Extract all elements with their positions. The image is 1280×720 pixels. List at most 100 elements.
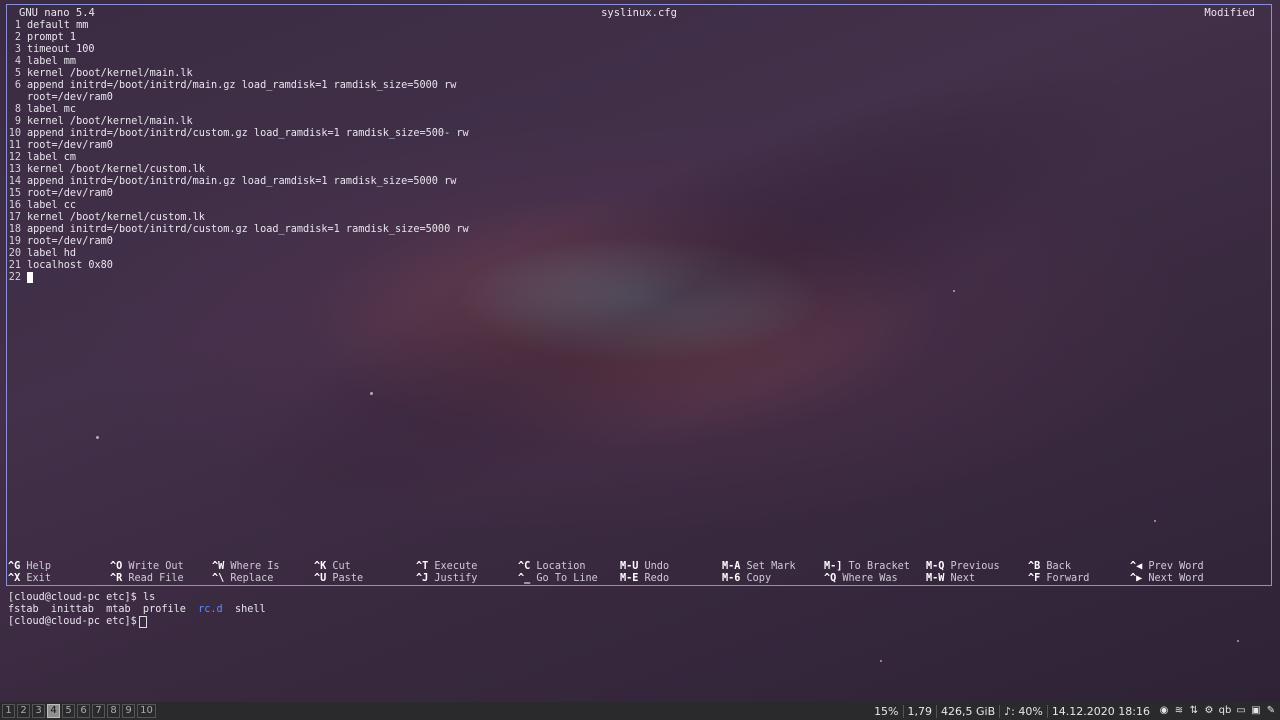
shortcut-key: ^R bbox=[110, 573, 123, 584]
line-number: 9 bbox=[14, 116, 21, 127]
shortcut-copy[interactable]: M-6 Copy bbox=[722, 573, 771, 585]
nano-editor-window: GNU nano 5.4 syslinux.cfg Modified 1 defa… bbox=[6, 4, 1272, 586]
shortcut-key: ^B bbox=[1028, 561, 1041, 572]
terminal-pane[interactable]: [cloud@cloud-pc etc]$ ls fstab inittab m… bbox=[8, 592, 266, 628]
editor-line: 10 append initrd=/boot/initrd/custom.gz l… bbox=[7, 128, 469, 140]
editor-line: root=/dev/ram0 bbox=[7, 92, 469, 104]
shortcut-back[interactable]: ^B Back bbox=[1028, 561, 1071, 573]
line-number: 20 bbox=[8, 248, 21, 259]
shortcut-label: Next bbox=[944, 573, 976, 584]
shortcut-label: Back bbox=[1040, 561, 1071, 572]
shortcut-label: Read File bbox=[122, 573, 184, 584]
shortcut-key: ^C bbox=[518, 561, 531, 572]
shortcut-cut[interactable]: ^K Cut bbox=[314, 561, 351, 573]
shortcut-read-file[interactable]: ^R Read File bbox=[110, 573, 184, 585]
shortcut-key: ^\ bbox=[212, 573, 225, 584]
line-number: 1 bbox=[14, 20, 21, 31]
workspace-8-button[interactable]: 8 bbox=[107, 704, 120, 718]
shortcut-key: M-U bbox=[620, 561, 639, 572]
shortcut-label: Justify bbox=[428, 573, 478, 584]
shortcut-key: ^K bbox=[314, 561, 327, 572]
shortcut-to-bracket[interactable]: M-] To Bracket bbox=[824, 561, 910, 573]
shortcut-execute[interactable]: ^T Execute bbox=[416, 561, 477, 573]
workspace-1-button[interactable]: 1 bbox=[2, 704, 15, 718]
shortcut-key: M-Q bbox=[926, 561, 945, 572]
workspace-4-button[interactable]: 4 bbox=[47, 704, 60, 718]
listing-files: fstab inittab mtab profile bbox=[8, 604, 199, 615]
line-text: label mc bbox=[27, 104, 77, 115]
nano-titlebar: GNU nano 5.4 syslinux.cfg Modified bbox=[7, 7, 1271, 21]
shortcut-replace[interactable]: ^\ Replace bbox=[212, 573, 273, 585]
image-icon[interactable]: ▣ bbox=[1250, 705, 1262, 717]
shortcut-label: Set Mark bbox=[740, 561, 796, 572]
shortcut-key: M-] bbox=[824, 561, 843, 572]
editor-line: 21 localhost 0x80 bbox=[7, 260, 469, 272]
status-area: 15% 1,79 426,5 GiB ♪: 40% 14.12.2020 18:16 ◉… bbox=[870, 702, 1280, 720]
shell-command: ls bbox=[142, 592, 156, 603]
shortcut-label: Write Out bbox=[122, 561, 184, 572]
qb-icon[interactable]: qb bbox=[1218, 705, 1232, 717]
shortcut-justify[interactable]: ^J Justify bbox=[416, 573, 477, 585]
shortcut-where-is[interactable]: ^W Where Is bbox=[212, 561, 279, 573]
editor-line: 18 append initrd=/boot/initrd/custom.gz l… bbox=[7, 224, 469, 236]
shortcut-key: M-6 bbox=[722, 573, 741, 584]
shortcut-go-to-line[interactable]: ^_ Go To Line bbox=[518, 573, 598, 585]
shortcut-label: Copy bbox=[740, 573, 772, 584]
editor-line: 1 default mm bbox=[7, 20, 469, 32]
workspace-7-button[interactable]: 7 bbox=[92, 704, 105, 718]
shortcut-label: Prev Word bbox=[1142, 561, 1204, 572]
battery-icon[interactable]: ▭ bbox=[1235, 705, 1247, 717]
file-name: syslinux.cfg bbox=[601, 7, 677, 19]
status-items: 15% 1,79 426,5 GiB ♪: 40% 14.12.2020 18:16 bbox=[870, 704, 1154, 718]
terminal-line-prompt: [cloud@cloud-pc etc]$ bbox=[8, 616, 266, 628]
shortcut-write-out[interactable]: ^O Write Out bbox=[110, 561, 184, 573]
line-number: 2 bbox=[14, 32, 21, 43]
shortcut-where-was[interactable]: ^Q Where Was bbox=[824, 573, 898, 585]
editor-line: 3 timeout 100 bbox=[7, 44, 469, 56]
shortcut-key: ^Q bbox=[824, 573, 837, 584]
shortcut-undo[interactable]: M-U Undo bbox=[620, 561, 669, 573]
updown-arrows-icon[interactable]: ⇅ bbox=[1188, 705, 1200, 717]
shortcut-next-word[interactable]: ^▶ Next Word bbox=[1130, 573, 1204, 585]
shortcut-exit[interactable]: ^X Exit bbox=[8, 573, 51, 585]
pen-icon[interactable]: ✎ bbox=[1265, 705, 1277, 717]
load-average: 1,79 bbox=[904, 704, 938, 718]
shortcut-key: ^G bbox=[8, 561, 21, 572]
line-number: 5 bbox=[14, 68, 21, 79]
gear-icon[interactable]: ⚙ bbox=[1203, 705, 1215, 717]
line-text: default mm bbox=[27, 20, 89, 31]
shortcut-set-mark[interactable]: M-A Set Mark bbox=[722, 561, 796, 573]
volume[interactable]: ♪: 40% bbox=[1000, 704, 1048, 718]
workspace-5-button[interactable]: 5 bbox=[62, 704, 75, 718]
editor-text-area[interactable]: 1 default mm 2 prompt 1 3 timeout 100 4 label m… bbox=[7, 20, 469, 284]
wifi-icon[interactable]: ≋ bbox=[1173, 705, 1185, 717]
shortcut-location[interactable]: ^C Location bbox=[518, 561, 585, 573]
disk-free: 426,5 GiB bbox=[937, 704, 1001, 718]
shortcut-redo[interactable]: M-E Redo bbox=[620, 573, 669, 585]
line-number: 22 bbox=[8, 272, 21, 283]
editor-line: 19 root=/dev/ram0 bbox=[7, 236, 469, 248]
line-text: append initrd=/boot/initrd/main.gz load_… bbox=[27, 176, 457, 187]
workspace-6-button[interactable]: 6 bbox=[77, 704, 90, 718]
terminal-line-listing: fstab inittab mtab profile rc.d shell bbox=[8, 604, 266, 616]
line-text: timeout 100 bbox=[27, 44, 95, 55]
discord-icon[interactable]: ◉ bbox=[1158, 705, 1170, 717]
shortcut-help[interactable]: ^G Help bbox=[8, 561, 51, 573]
terminal-cursor bbox=[138, 616, 147, 628]
workspace-10-button[interactable]: 10 bbox=[137, 704, 156, 718]
shortcut-key: M-E bbox=[620, 573, 639, 584]
workspace-2-button[interactable]: 2 bbox=[17, 704, 30, 718]
workspace-9-button[interactable]: 9 bbox=[122, 704, 135, 718]
line-number: 17 bbox=[8, 212, 21, 223]
line-number: 11 bbox=[8, 140, 21, 151]
shortcut-key: ^▶ bbox=[1130, 573, 1143, 584]
listing-directory: rc.d bbox=[198, 604, 223, 615]
shortcut-forward[interactable]: ^F Forward bbox=[1028, 573, 1089, 585]
shortcut-previous[interactable]: M-Q Previous bbox=[926, 561, 1000, 573]
shortcut-prev-word[interactable]: ^◀ Prev Word bbox=[1130, 561, 1204, 573]
workspace-3-button[interactable]: 3 bbox=[32, 704, 45, 718]
shortcut-next[interactable]: M-W Next bbox=[926, 573, 975, 585]
shortcut-paste[interactable]: ^U Paste bbox=[314, 573, 363, 585]
editor-line: 15 root=/dev/ram0 bbox=[7, 188, 469, 200]
shortcut-label: Redo bbox=[638, 573, 670, 584]
